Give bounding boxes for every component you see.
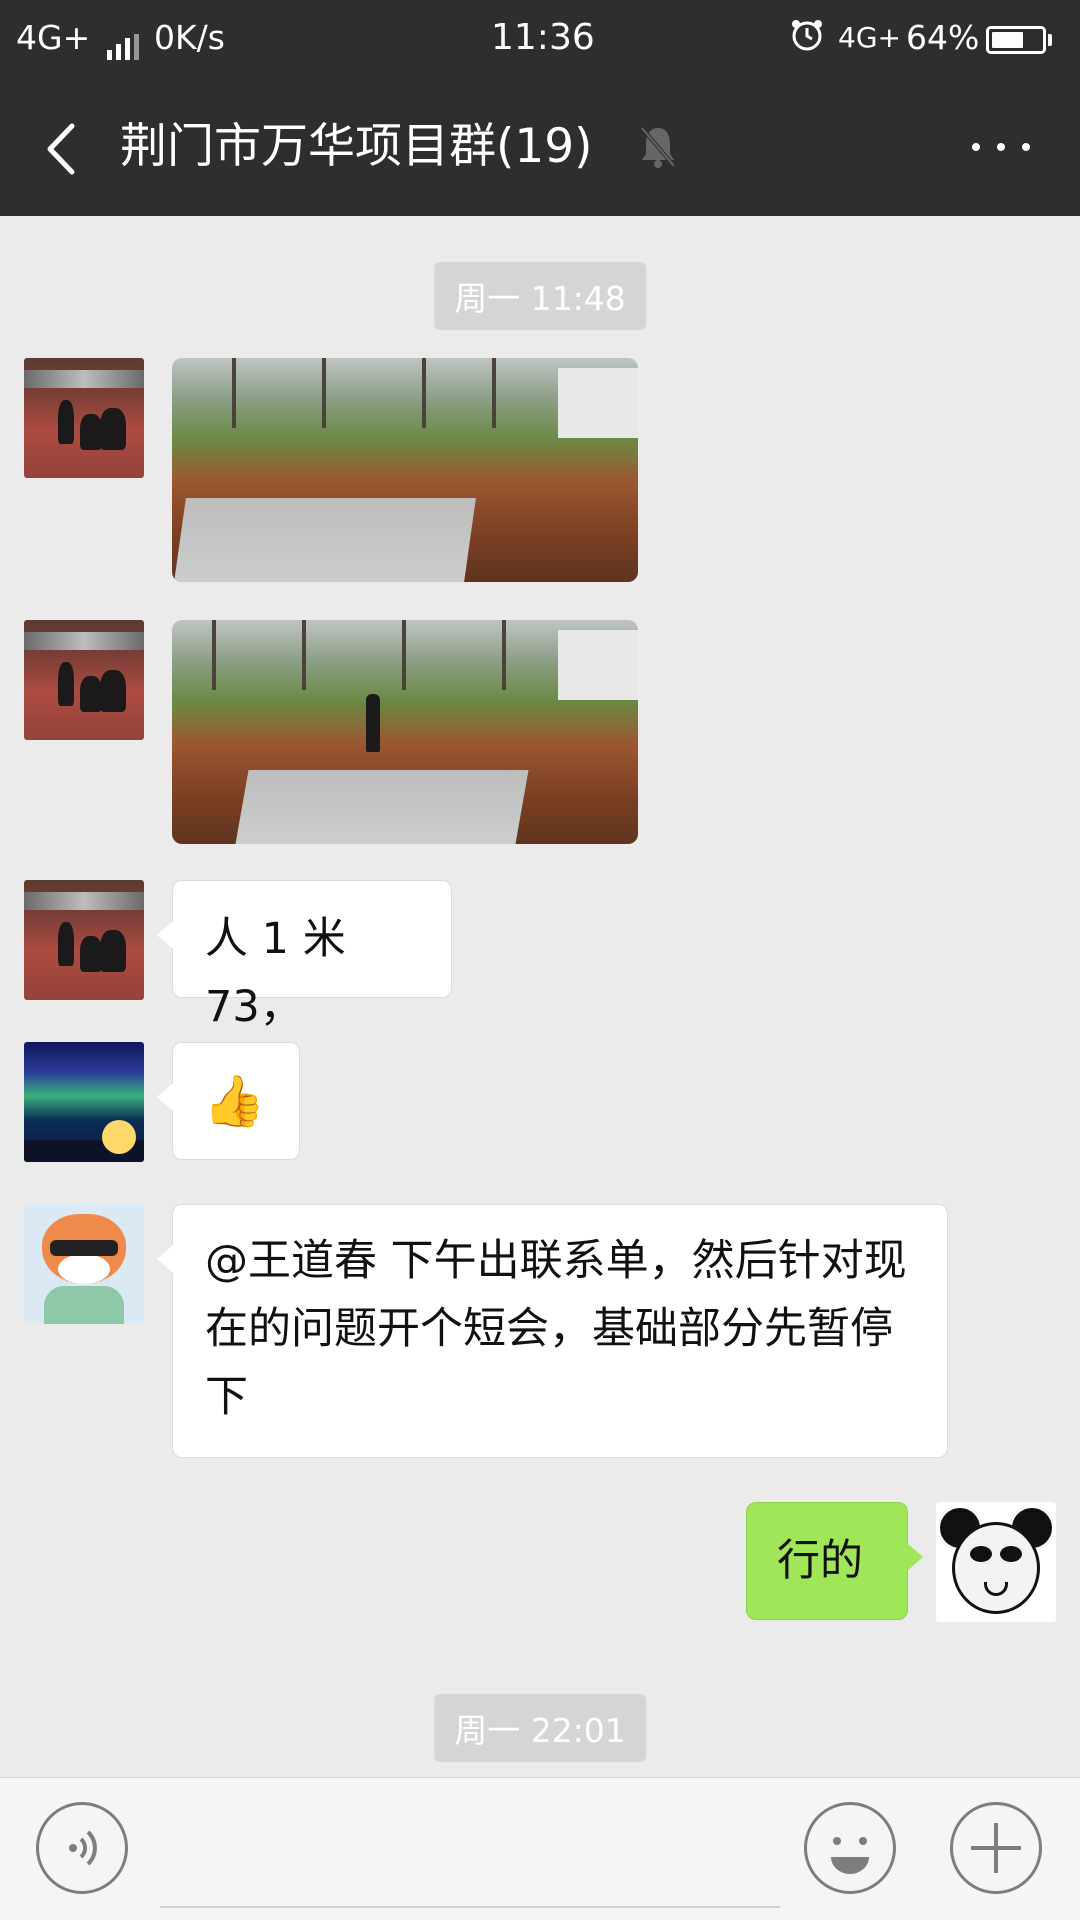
timestamp: 周一 11:48 (434, 262, 646, 330)
network-indicator: 4G+ (16, 18, 143, 60)
signal-icon (106, 20, 143, 60)
back-arrow-icon[interactable] (36, 114, 96, 184)
avatar[interactable] (24, 358, 144, 478)
text-message[interactable]: @王道春 下午出联系单，然后针对现在的问题开个短会，基础部分先暂停下 (157, 1204, 948, 1458)
photo-message[interactable] (172, 620, 638, 844)
avatar[interactable] (24, 880, 144, 1000)
plus-icon[interactable] (950, 1802, 1042, 1894)
timestamp: 周一 22:01 (434, 1694, 646, 1762)
self-avatar[interactable] (936, 1502, 1056, 1622)
chat-title: 荆门市万华项目群(19) (120, 119, 593, 174)
alarm-icon (790, 18, 824, 61)
thumbs-up-icon: 👍 (203, 1072, 266, 1130)
network-type: 4G+ (16, 18, 91, 57)
chat-header: 荆门市万华项目群(19) (0, 76, 1080, 216)
voice-icon[interactable] (36, 1802, 128, 1894)
more-icon[interactable] (970, 132, 1032, 162)
self-text-message[interactable]: 行的 (746, 1502, 923, 1620)
input-bar (0, 1777, 1080, 1920)
battery-percent: 64% (906, 18, 980, 57)
status-bar: 4G+ 0K/s 11:36 4G+ 64% (0, 0, 1080, 76)
message-text: @王道春 下午出联系单，然后针对现在的问题开个短会，基础部分先暂停下 (205, 1236, 907, 1422)
avatar[interactable] (24, 620, 144, 740)
photo-message[interactable] (172, 358, 638, 582)
clock: 11:36 (491, 17, 595, 58)
message-text: 人 1 米 73， (205, 914, 346, 1032)
emoji-icon[interactable] (804, 1802, 896, 1894)
avatar[interactable] (24, 1042, 144, 1162)
message-input[interactable] (160, 1906, 780, 1908)
emoji-message[interactable]: 👍 (157, 1042, 300, 1160)
battery-icon (986, 18, 1052, 58)
network-speed: 0K/s (154, 18, 225, 57)
network-type-right: 4G+ (838, 21, 901, 54)
text-message[interactable]: 人 1 米 73， (157, 880, 452, 1032)
bell-mute-icon (638, 122, 678, 172)
avatar[interactable] (24, 1204, 144, 1324)
message-text: 行的 (777, 1536, 863, 1586)
